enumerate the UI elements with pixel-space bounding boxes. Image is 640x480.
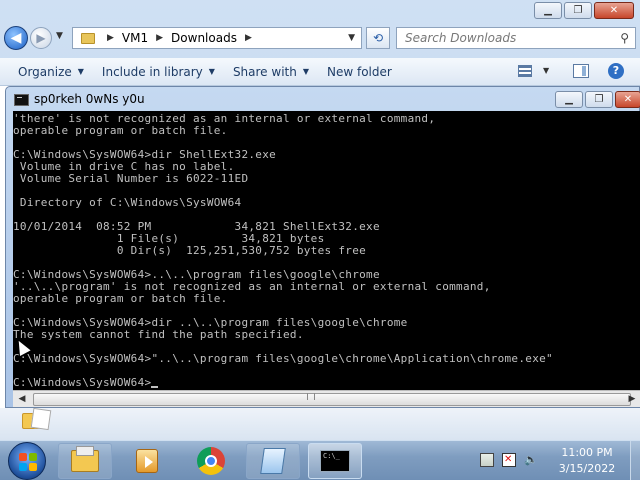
cmd-window-controls: ▁ ❐ ✕	[555, 91, 640, 108]
text-cursor-icon	[151, 386, 159, 388]
taskbar-chrome-button[interactable]	[184, 443, 238, 479]
refresh-button[interactable]: ⟲	[366, 27, 390, 49]
search-placeholder: Search Downloads	[405, 31, 517, 45]
address-dropdown-icon[interactable]: ▼	[348, 33, 355, 43]
cmd-icon[interactable]	[14, 94, 29, 106]
cmd-maximize-button[interactable]: ❐	[585, 91, 613, 108]
cmd-close-button[interactable]: ✕	[615, 91, 640, 108]
scrollbar-thumb[interactable]	[33, 393, 631, 406]
media-player-icon	[136, 449, 158, 473]
include-in-library-label: Include in library	[101, 64, 203, 79]
forward-button[interactable]: ▶	[30, 27, 52, 49]
new-folder-label: New folder	[327, 64, 392, 79]
cmd-minimize-button[interactable]: ▁	[555, 91, 583, 108]
windows-logo-icon	[19, 453, 37, 471]
preview-pane-icon[interactable]	[573, 64, 589, 78]
clock-time: 11:00 PM	[561, 446, 613, 459]
start-button[interactable]	[8, 442, 46, 480]
clock-date: 3/15/2022	[558, 462, 616, 475]
minimize-button[interactable]: ▁	[534, 2, 562, 19]
cmd-title-bar[interactable]: sp0rkeh 0wNs y0u ▁ ❐ ✕	[6, 87, 640, 111]
console-line: Volume Serial Number is 6022-11ED	[13, 172, 249, 185]
taskbar-cmd-button[interactable]: C:\_	[308, 443, 362, 479]
command-bar: Organize ▼ Include in library ▼ Share wi…	[0, 58, 640, 86]
taskbar-notepad-button[interactable]	[246, 443, 300, 479]
include-in-library-button[interactable]: Include in library ▼	[84, 65, 215, 79]
chevron-right-icon[interactable]: ▶	[107, 33, 114, 43]
explorer-details-pane	[0, 408, 640, 440]
cmd-icon: C:\_	[320, 450, 350, 472]
help-icon[interactable]: ?	[608, 63, 624, 79]
organize-button[interactable]: Organize ▼	[0, 65, 84, 79]
view-options-dropdown[interactable]: ▼	[543, 66, 549, 75]
console-line: C:\Windows\SysWOW64>	[13, 377, 640, 389]
chrome-icon	[197, 447, 225, 475]
address-segment-downloads[interactable]: Downloads	[171, 31, 237, 45]
recent-pages-dropdown[interactable]: ▼	[56, 31, 63, 41]
scroll-right-icon[interactable]: ▶	[625, 393, 639, 406]
console-line: operable program or batch file.	[13, 124, 228, 137]
command-prompt-window: sp0rkeh 0wNs y0u ▁ ❐ ✕ 'there' is not re…	[5, 86, 640, 408]
maximize-button[interactable]: ❐	[564, 2, 592, 19]
share-with-button[interactable]: Share with ▼	[215, 65, 309, 79]
notepad-icon	[260, 448, 286, 474]
console-line: Directory of C:\Windows\SysWOW64	[13, 196, 242, 209]
console-line: 0 Dir(s) 125,251,530,752 bytes free	[13, 244, 367, 257]
close-button[interactable]: ✕	[594, 2, 634, 19]
change-view-icon[interactable]	[518, 65, 532, 77]
search-icon: ⚲	[620, 31, 629, 45]
new-folder-button[interactable]: New folder	[309, 65, 392, 79]
share-with-label: Share with	[232, 64, 297, 79]
back-button[interactable]: ◀	[4, 26, 28, 50]
taskbar: C:\_ 🔈 11:00 PM 3/15/2022	[0, 440, 640, 480]
system-tray: 🔈	[480, 453, 538, 467]
taskbar-explorer-button[interactable]	[58, 443, 112, 479]
folder-icon	[81, 32, 95, 44]
cmd-window-title: sp0rkeh 0wNs y0u	[34, 92, 145, 106]
navigation-bar: ◀ ▶ ▼ ▶ VM1 ▶ Downloads ▶ ▼ ⟲ Search Dow…	[0, 24, 640, 54]
action-center-icon[interactable]	[480, 453, 494, 467]
console-output[interactable]: 'there' is not recognized as an internal…	[13, 111, 640, 390]
show-desktop-button[interactable]	[630, 441, 640, 480]
console-line: C:\Windows\SysWOW64>"..\..\program files…	[13, 352, 553, 365]
scroll-left-icon[interactable]: ◀	[15, 393, 29, 406]
address-segment-vm1[interactable]: VM1	[122, 31, 148, 45]
clock[interactable]: 11:00 PM 3/15/2022	[552, 445, 622, 477]
chevron-right-icon[interactable]: ▶	[245, 33, 252, 43]
chevron-right-icon[interactable]: ▶	[156, 33, 163, 43]
console-line: The system cannot find the path specifie…	[13, 328, 304, 341]
console-line: operable program or batch file.	[13, 292, 228, 305]
explorer-icon	[71, 446, 99, 472]
organize-label: Organize	[18, 64, 72, 79]
address-bar[interactable]: ▶ VM1 ▶ Downloads ▶ ▼	[72, 27, 362, 49]
taskbar-media-player-button[interactable]	[120, 443, 174, 479]
network-icon[interactable]	[502, 453, 516, 467]
grip-icon	[307, 393, 315, 400]
horizontal-scrollbar[interactable]: ◀ ▶	[13, 390, 640, 407]
volume-icon[interactable]: 🔈	[524, 453, 538, 467]
folder-icon[interactable]	[22, 407, 52, 431]
search-input[interactable]: Search Downloads ⚲	[396, 27, 636, 49]
explorer-window-controls: ▁ ❐ ✕	[534, 2, 634, 19]
